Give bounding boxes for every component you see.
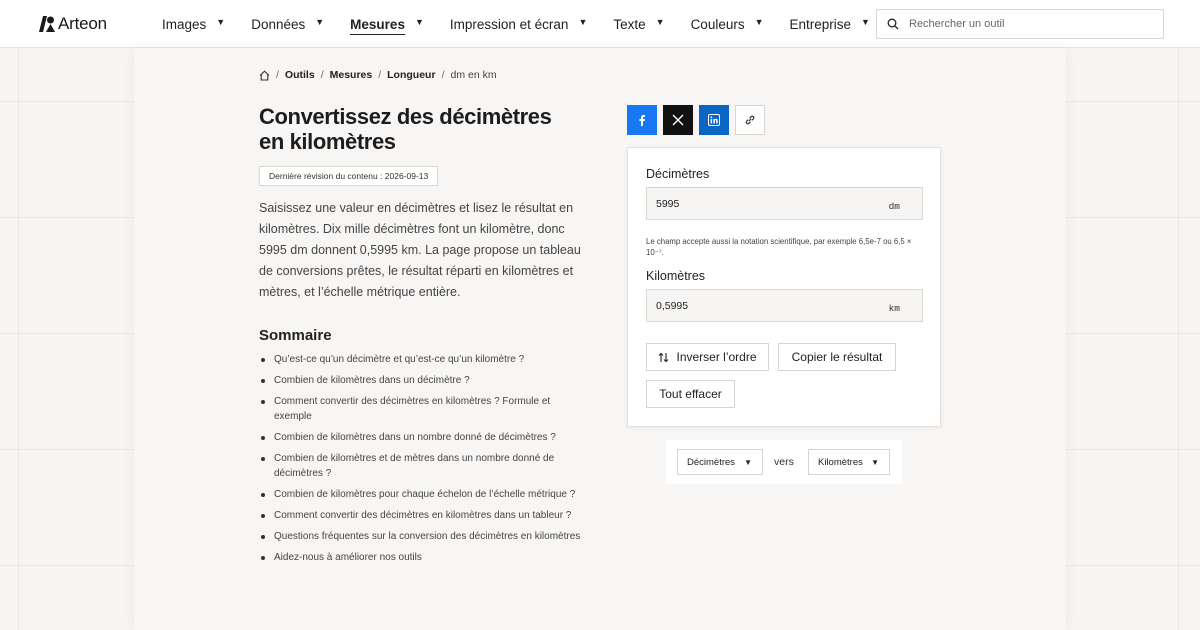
decimetres-field[interactable]: dm [646,187,923,220]
breadcrumb-separator: / [276,69,279,81]
input-hint: Le champ accepte aussi la notation scien… [646,237,912,257]
toc-item: Questions fréquentes sur la conversion d… [260,529,590,544]
breadcrumb-item-outils[interactable]: Outils [285,69,315,81]
toc-item: Comment convertir des décimètres en kilo… [260,508,590,523]
facebook-icon [639,115,645,126]
toc-link[interactable]: Combien de kilomètres dans un décimètre … [274,375,470,386]
from-unit-label: dm [888,201,900,212]
breadcrumb-separator: / [441,69,445,81]
nav-item-entreprise[interactable]: Entreprise ▼ [790,0,870,48]
breadcrumb-separator: / [320,69,324,81]
nav-item-donnees[interactable]: Données ▼ [251,0,324,48]
chevron-down-icon: ▼ [871,458,879,467]
arteon-logo-icon [39,16,55,32]
search-box[interactable] [876,9,1164,39]
chevron-down-icon: ▼ [754,17,764,27]
toc-item: Combien de kilomètres pour chaque échelo… [260,487,590,502]
nav-item-couleurs[interactable]: Couleurs ▼ [691,0,764,48]
nav-item-mesures[interactable]: Mesures ▼ [350,0,424,48]
toc-link[interactable]: Comment convertir des décimètres en kilo… [274,396,550,422]
from-unit-select[interactable]: Décimètres ▼ [677,449,763,475]
table-of-contents: Qu’est-ce qu’un décimètre et qu’est-ce q… [260,352,600,571]
breadcrumb-current: dm en km [450,69,497,81]
to-unit-label: km [888,303,900,314]
swap-arrows-icon [659,352,669,362]
search-icon [887,18,899,30]
toc-item: Combien de kilomètres dans un décimètre … [260,373,590,388]
breadcrumb-separator: / [378,69,382,81]
toc-link[interactable]: Combien de kilomètres pour chaque échelo… [274,489,575,500]
nav-label: Couleurs [690,16,745,32]
toc-item: Comment convertir des décimètres en kilo… [260,394,590,424]
nav-label: Mesures [350,17,405,35]
home-icon[interactable] [259,69,270,81]
swap-order-button[interactable]: Inverser l’ordre [646,343,769,371]
toc-link[interactable]: Combien de kilomètres et de mètres dans … [274,453,554,479]
toc-title: Sommaire [259,327,332,344]
copy-result-button[interactable]: Copier le résultat [778,343,896,371]
toc-link[interactable]: Qu’est-ce qu’un décimètre et qu’est-ce q… [274,354,524,365]
kilometres-field[interactable]: km [646,289,923,322]
link-icon [745,115,755,125]
nav-label: Texte [613,16,646,32]
to-unit-select-value: Kilomètres [818,456,863,468]
to-field-label: Kilomètres [646,269,706,283]
intro-paragraph: Saisissez une valeur en décimètres et li… [259,201,581,299]
chevron-down-icon: ▼ [216,17,226,27]
from-field-label: Décimètres [646,167,710,181]
clear-all-button[interactable]: Tout effacer [646,380,735,408]
nav-label: Images [162,16,207,32]
toc-item: Qu’est-ce qu’un décimètre et qu’est-ce q… [260,352,590,367]
share-x-button[interactable] [663,105,693,135]
x-icon [672,114,684,126]
chevron-down-icon: ▼ [655,17,665,27]
brand-name: Arteon [58,14,107,33]
linkedin-icon [708,114,720,126]
main-nav: Images ▼ Données ▼ Mesures ▼ Impression … [162,0,896,48]
nav-item-impression-ecran[interactable]: Impression et écran ▼ [450,0,587,48]
toc-link[interactable]: Comment convertir des décimètres en kilo… [274,510,571,521]
decimetres-input[interactable] [656,197,876,210]
unit-connector-text: vers [774,456,794,468]
chevron-down-icon: ▼ [861,17,870,27]
chevron-down-icon: ▼ [414,17,424,27]
kilometres-input[interactable] [656,299,876,312]
to-unit-select[interactable]: Kilomètres ▼ [808,449,890,475]
breadcrumb-item-longueur[interactable]: Longueur [387,69,435,81]
revision-badge: Dernière révision du contenu : 2026-09-1… [259,166,439,186]
nav-label: Entreprise [789,16,852,32]
nav-label: Données [251,16,306,32]
swap-order-label: Inverser l’ordre [676,350,757,364]
copy-link-button[interactable] [735,105,765,135]
nav-item-images[interactable]: Images ▼ [162,0,225,48]
share-facebook-button[interactable] [627,105,657,135]
from-unit-select-value: Décimètres [687,456,736,468]
share-linkedin-button[interactable] [699,105,729,135]
nav-label: Impression et écran [449,16,569,32]
chevron-down-icon: ▼ [315,17,325,27]
chevron-down-icon: ▼ [744,458,752,467]
brand-logo[interactable]: Arteon [39,14,107,34]
page-title: Convertissez des décimètres en kilomètre… [259,104,552,154]
toc-link[interactable]: Combien de kilomètres dans un nombre don… [274,432,556,443]
top-navigation-bar: Arteon Images ▼ Données ▼ Mesures ▼ Impr… [0,0,1200,48]
chevron-down-icon: ▼ [578,17,588,27]
breadcrumb: / Outils / Mesures / Longueur / dm en km [259,69,497,81]
toc-link[interactable]: Questions fréquentes sur la conversion d… [274,531,580,542]
search-input[interactable] [909,18,1149,30]
toc-link[interactable]: Aidez-nous à améliorer nos outils [274,552,422,563]
breadcrumb-item-mesures[interactable]: Mesures [330,69,373,81]
nav-item-texte[interactable]: Texte ▼ [613,0,664,48]
toc-item: Combien de kilomètres dans un nombre don… [260,430,590,445]
toc-item: Combien de kilomètres et de mètres dans … [260,451,590,481]
toc-item: Aidez-nous à améliorer nos outils [260,550,590,565]
